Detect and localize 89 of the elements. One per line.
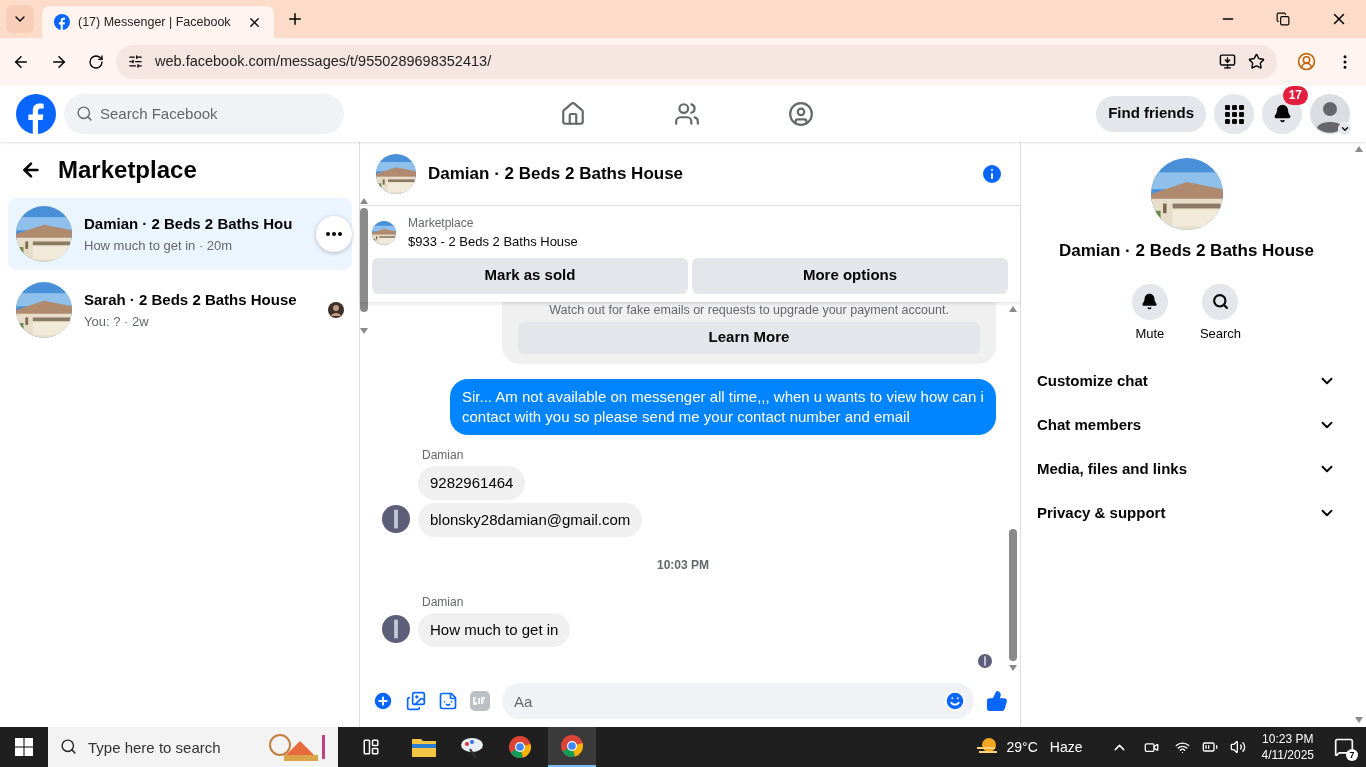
search-icon [60, 738, 77, 755]
grid-icon [1224, 103, 1244, 124]
address-bar[interactable]: web.facebook.com/messages/t/9550289698352413/ [116, 44, 1277, 79]
details-section[interactable]: Chat members [1037, 403, 1336, 447]
menu-button[interactable] [1214, 93, 1254, 134]
scroll-arrow-icon[interactable] [1009, 305, 1017, 312]
search-field[interactable]: Search Facebook [64, 93, 344, 134]
task-view-icon[interactable] [362, 738, 380, 756]
conversation-preview: How much to get in · 20m [84, 236, 234, 255]
conversation-preview: You: ? · 2w [84, 312, 150, 331]
scroll-arrow-icon[interactable] [1009, 665, 1017, 671]
find-friends-button[interactable]: Find friends [1096, 95, 1206, 132]
battery-icon[interactable] [1201, 739, 1218, 755]
clock[interactable]: 10:23 PM 4/11/2025 [1261, 731, 1314, 763]
sticker-icon[interactable] [438, 691, 458, 711]
message-time: 10:03 PM [657, 556, 709, 574]
avatar[interactable] [1310, 93, 1350, 134]
weather-text: Haze [1049, 737, 1083, 757]
avatar [978, 653, 992, 668]
message-input[interactable]: Aa [502, 683, 974, 719]
received-message: 9282961464 [418, 465, 526, 500]
facebook-logo-icon[interactable] [16, 93, 56, 134]
scroll-arrow-icon[interactable] [1355, 146, 1363, 152]
emoji-icon[interactable] [944, 690, 966, 712]
chrome-icon [560, 734, 584, 758]
reload-icon[interactable] [88, 53, 104, 70]
notifications-icon[interactable] [1334, 737, 1354, 757]
bell-icon [1272, 104, 1292, 123]
chat-title: Damian · 2 Beds 2 Baths House [428, 162, 684, 185]
bell-icon [1141, 293, 1159, 310]
more-button[interactable] [316, 216, 353, 252]
new-tab-icon[interactable] [286, 10, 304, 28]
more-icon [326, 232, 343, 236]
paint-icon[interactable] [460, 735, 484, 759]
conversation-name: Damian · 2 Beds 2 Baths Hou [84, 214, 293, 234]
url-text: web.facebook.com/messages/t/9550289698352413/ [155, 51, 492, 71]
taskbar-search-field[interactable]: Type here to search [48, 727, 338, 767]
notification-count: 7 [1346, 749, 1358, 761]
listing-action-button[interactable]: More options [692, 257, 1008, 294]
listing-title: $933 - 2 Beds 2 Baths House [408, 233, 578, 251]
details-section[interactable]: Privacy & support [1037, 491, 1336, 535]
restore-icon[interactable] [1276, 12, 1290, 26]
details-section[interactable]: Media, files and links [1037, 447, 1336, 491]
volume-icon[interactable] [1229, 739, 1246, 755]
sender-name: Damian [422, 447, 464, 462]
facebook-logo-icon [54, 14, 70, 30]
sender-name: Damian [422, 594, 464, 609]
temperature-text: 29°C [1006, 737, 1038, 757]
bookmark-star-icon[interactable] [1248, 53, 1265, 70]
listing-action-button[interactable]: Mark as sold [372, 257, 688, 294]
scroll-arrow-icon[interactable] [360, 198, 369, 204]
add-icon[interactable] [372, 690, 394, 712]
tab-list-button[interactable] [6, 5, 34, 33]
photo-icon[interactable] [406, 691, 426, 711]
site-info-icon[interactable] [128, 54, 143, 69]
avatar [382, 504, 410, 533]
search-icon [76, 104, 93, 122]
scroll-arrow-icon[interactable] [1355, 717, 1363, 723]
scrollbar-thumb[interactable] [360, 208, 369, 312]
scroll-arrow-icon[interactable] [360, 328, 369, 334]
thumbs-up-icon[interactable] [986, 690, 1008, 712]
folder-icon[interactable] [412, 737, 436, 757]
conversation-item[interactable]: Damian · 2 Beds 2 Baths Hou How much to get in · 20m [8, 198, 353, 270]
home-icon[interactable] [560, 100, 587, 127]
safety-notice-text: Watch out for fake emails or requests to upgrade your payment account. [548, 301, 950, 318]
avatar [382, 614, 410, 643]
scrollbar-thumb[interactable] [1009, 529, 1017, 661]
tab-title: (17) Messenger | Facebook [78, 13, 232, 31]
wifi-icon[interactable] [1174, 739, 1190, 755]
details-section[interactable]: Customize chat [1037, 359, 1336, 403]
received-message: blonsky28damian@gmail.com [418, 502, 643, 537]
contact-name: Damian · 2 Beds 2 Baths House [1058, 240, 1315, 262]
friends-icon[interactable] [674, 100, 701, 127]
install-icon[interactable] [1219, 53, 1236, 70]
conversation-name: Sarah · 2 Beds 2 Baths House [84, 290, 297, 310]
back-icon[interactable] [20, 159, 42, 181]
profile-icon[interactable] [1297, 52, 1316, 71]
windows-start-icon[interactable] [15, 738, 33, 756]
notification-badge: 17 [1282, 85, 1308, 105]
active-taskbar-app[interactable] [548, 727, 596, 767]
chrome-icon[interactable] [508, 735, 532, 759]
sent-message: Sir... Am not available on messenger all time,,, when u wants to view how can i contact with you so please send me your contact number and email [450, 378, 996, 435]
received-message: How much to get in [418, 612, 571, 647]
browser-tab[interactable]: (17) Messenger | Facebook [42, 6, 274, 38]
listing-label: Marketplace [408, 215, 475, 232]
avatar [328, 302, 345, 318]
learn-more-button[interactable]: Learn More [518, 321, 980, 354]
sidebar-title: Marketplace [58, 155, 197, 185]
search-icon [1212, 293, 1229, 310]
